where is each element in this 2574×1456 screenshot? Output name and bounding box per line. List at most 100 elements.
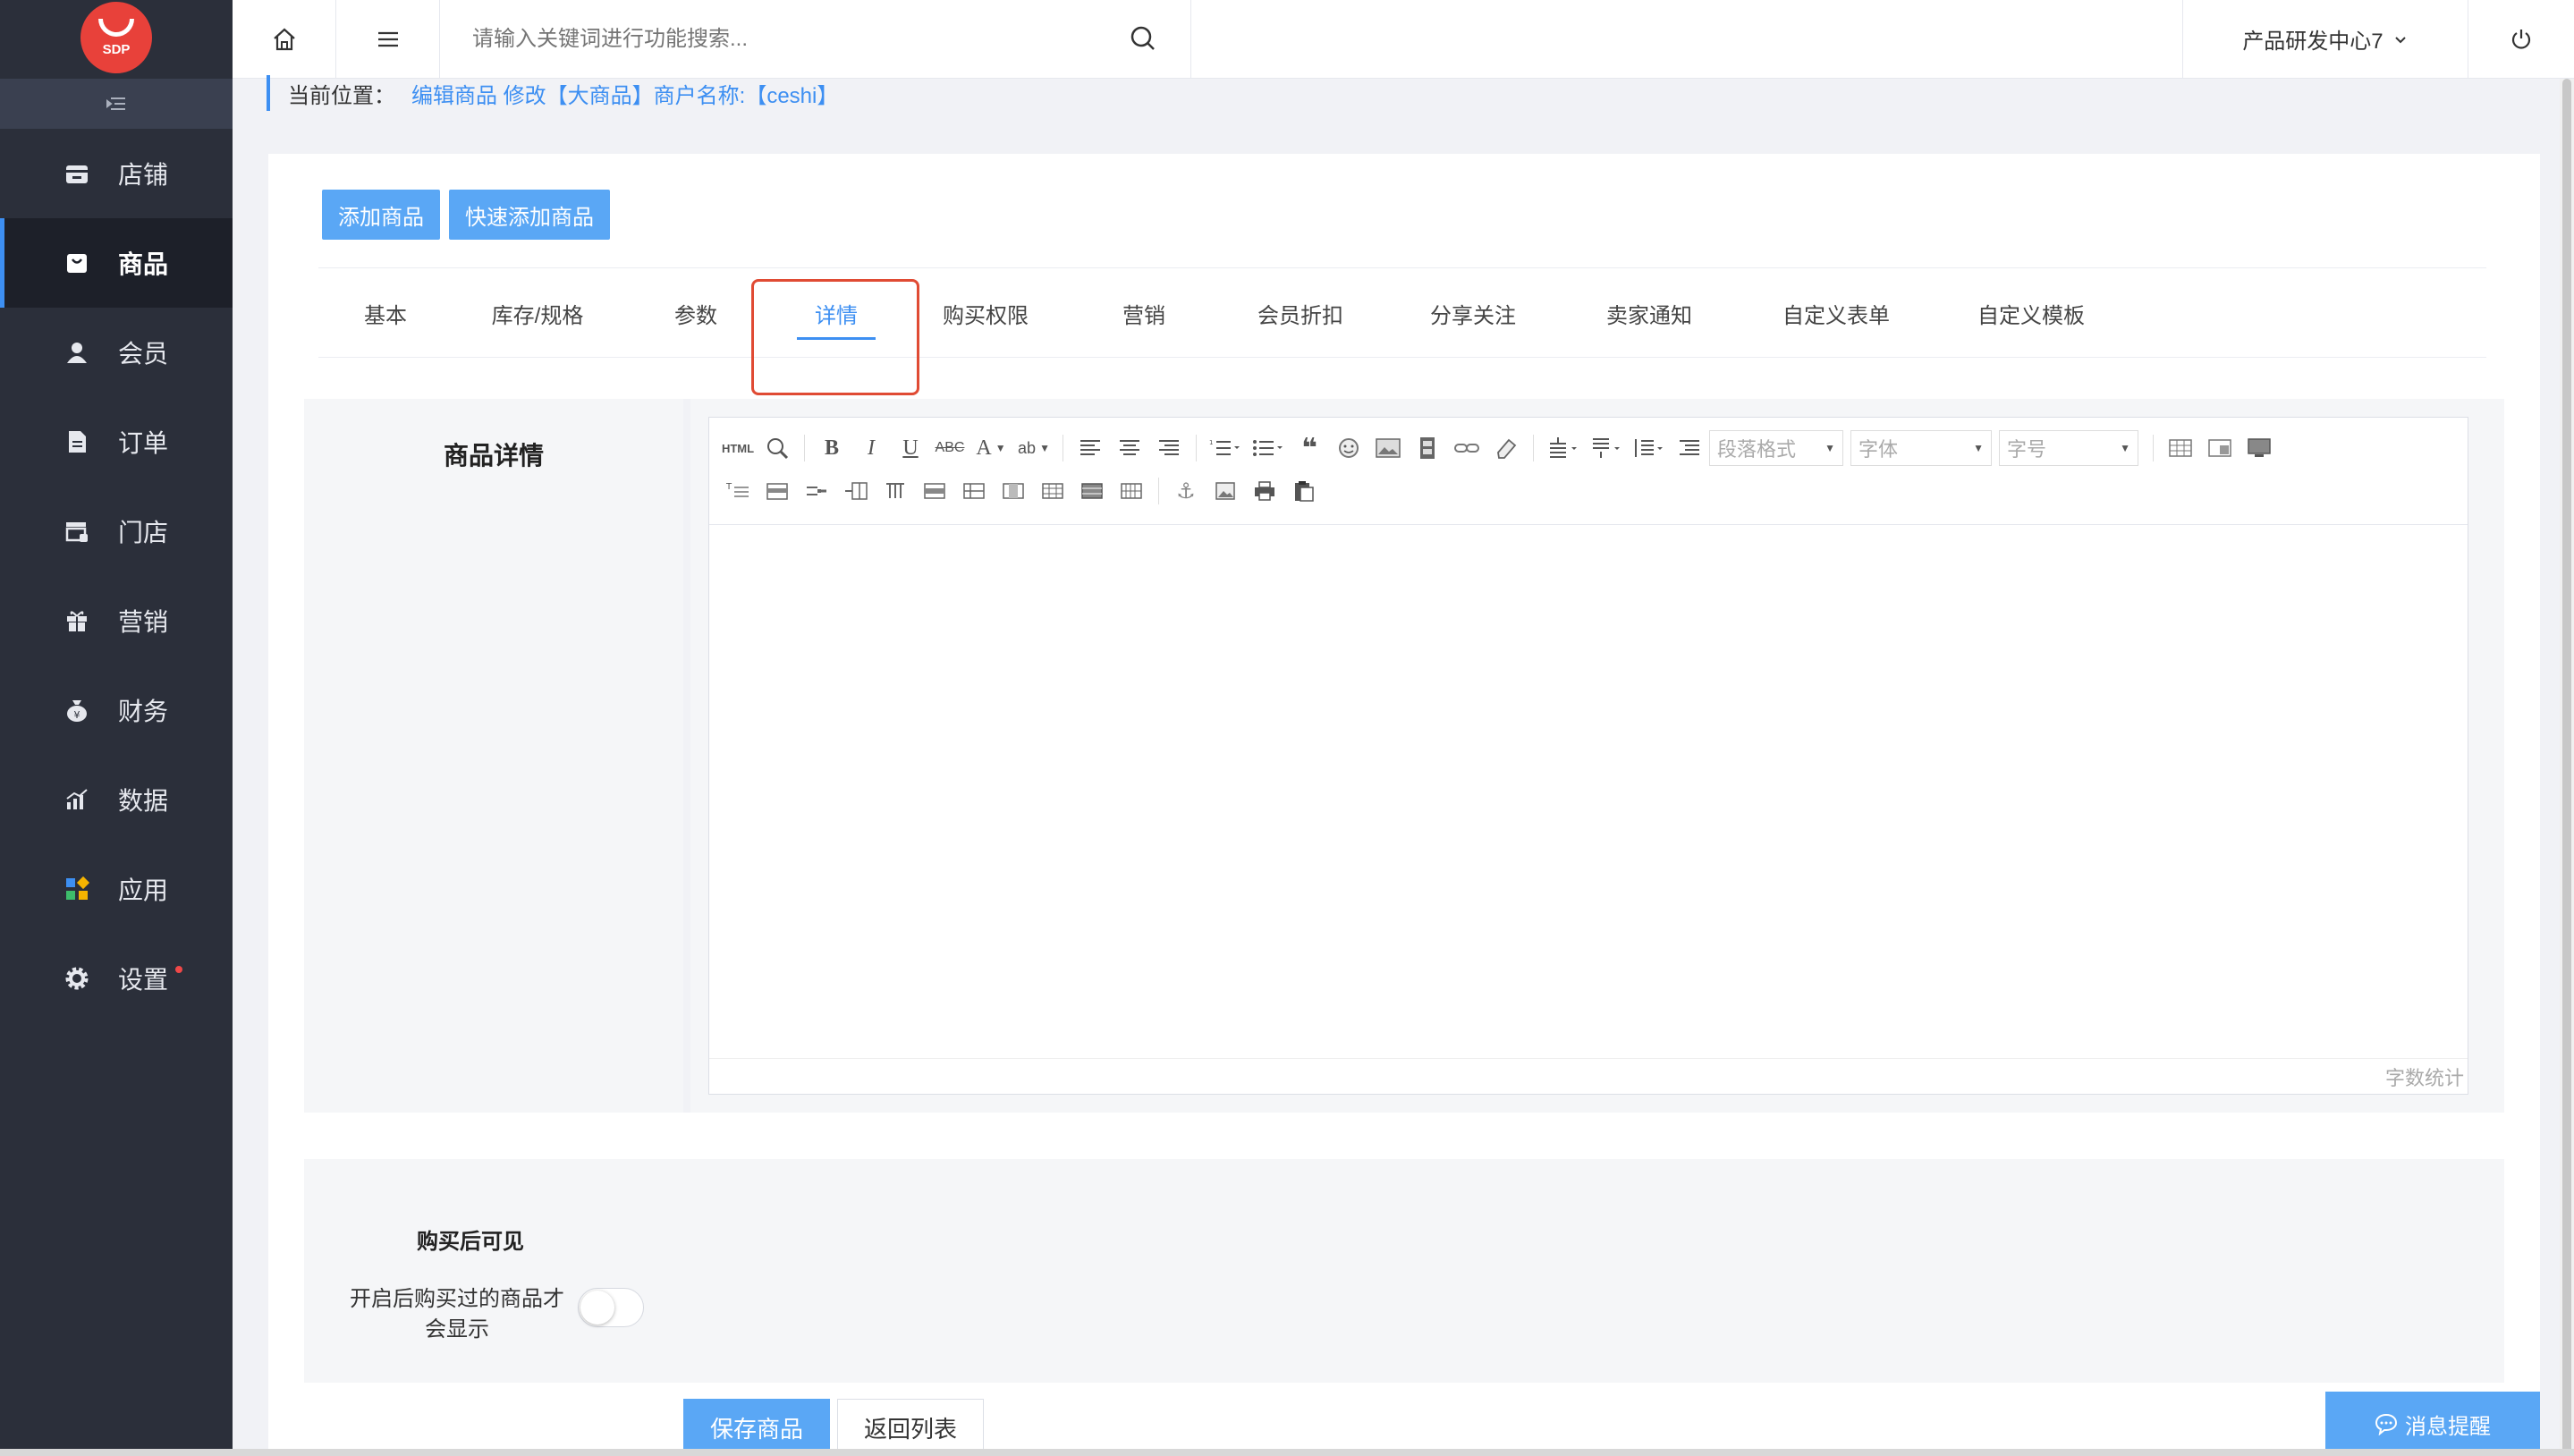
search-icon[interactable] (1128, 23, 1158, 54)
merge-down-icon[interactable] (994, 473, 1033, 509)
fullscreen-icon[interactable] (2240, 430, 2279, 466)
active-tab-highlight (751, 279, 919, 395)
tab-seller-notice[interactable]: 卖家通知 (1565, 268, 1733, 358)
insert-table-icon[interactable] (2161, 430, 2200, 466)
back-to-list-button[interactable]: 返回列表 (837, 1399, 984, 1456)
sidebar-item-marketing[interactable]: 营销 (0, 576, 233, 665)
search-input[interactable] (472, 26, 1134, 52)
page-scrollbar[interactable] (2560, 79, 2574, 1456)
split-cells-icon[interactable] (876, 473, 915, 509)
sidebar-item-label: 商品 (118, 250, 169, 278)
paragraph-spacing-bottom-icon[interactable] (1584, 430, 1627, 466)
font-color-icon[interactable]: A ▼ (969, 430, 1012, 466)
text-direction-icon[interactable]: T (718, 473, 758, 509)
merge-cells-icon[interactable] (915, 473, 954, 509)
sidebar-item-label: 订单 (118, 429, 169, 457)
sidebar-item-orders[interactable]: 订单 (0, 397, 233, 487)
paragraph-format-select[interactable]: 段落格式 ▼ (1709, 430, 1843, 466)
tab-custom-form[interactable]: 自定义表单 (1733, 268, 1939, 358)
blockquote-icon[interactable]: ❝ (1290, 430, 1329, 466)
tab-bar: 基本 库存/规格 参数 详情 购买权限 营销 会员折扣 分享关注 卖家通知 自定… (318, 268, 2486, 358)
toolbar-separator (1196, 435, 1197, 461)
align-center-icon[interactable] (1110, 430, 1149, 466)
anchor-icon[interactable]: ⚓ (1166, 473, 1206, 509)
sidebar: SDP 店铺 商品 会员 订单 门店 营销 ¥ 财务 数据 应用 设置 (0, 0, 233, 1456)
tab-share-follow[interactable]: 分享关注 (1381, 268, 1565, 358)
sidebar-item-data[interactable]: 数据 (0, 755, 233, 844)
insert-row-below-icon[interactable] (797, 473, 836, 509)
apps-icon (63, 875, 91, 903)
tab-custom-template[interactable]: 自定义模板 (1939, 268, 2123, 358)
org-selector[interactable]: 产品研发中心7 (2182, 0, 2468, 79)
editor-container: HTML B I U ABC A ▼ ab ▼ 1 ❝ 段落格式 ▼ 字体 ▼ … (690, 399, 2504, 1113)
svg-text:1: 1 (1209, 439, 1213, 446)
video-icon[interactable] (1408, 430, 1447, 466)
emoji-icon[interactable] (1329, 430, 1368, 466)
sidebar-item-settings[interactable]: 设置 (0, 934, 233, 1023)
print-icon[interactable] (1245, 473, 1284, 509)
insert-column-icon[interactable] (836, 473, 876, 509)
delete-table-icon[interactable] (1112, 473, 1151, 509)
strikethrough-icon[interactable]: ABC (930, 430, 969, 466)
align-right-icon[interactable] (1149, 430, 1189, 466)
sidebar-item-label: 营销 (118, 608, 169, 636)
logout-button[interactable] (2468, 0, 2574, 79)
paste-plain-icon[interactable] (1284, 473, 1324, 509)
underline-icon[interactable]: U (891, 430, 930, 466)
split-to-rows-icon[interactable] (1033, 473, 1072, 509)
svg-text:T: T (725, 482, 732, 492)
link-icon[interactable] (1447, 430, 1486, 466)
sidebar-item-stores[interactable]: 门店 (0, 487, 233, 576)
home-button[interactable] (233, 0, 336, 79)
messages-button[interactable]: 消息提醒 (2325, 1392, 2540, 1456)
gear-icon (63, 964, 91, 993)
sidebar-item-members[interactable]: 会员 (0, 308, 233, 397)
split-to-cols-icon[interactable] (1072, 473, 1112, 509)
image-icon[interactable] (1368, 430, 1408, 466)
insert-row-above-icon[interactable] (758, 473, 797, 509)
preview-icon[interactable] (758, 430, 797, 466)
template-icon[interactable] (2200, 430, 2240, 466)
quick-add-product-button[interactable]: 快速添加商品 (449, 190, 610, 240)
background-image-icon[interactable] (1206, 473, 1245, 509)
editor-content-area[interactable] (709, 525, 2468, 1058)
save-product-button[interactable]: 保存商品 (683, 1399, 830, 1456)
tab-stock-spec[interactable]: 库存/规格 (453, 268, 622, 358)
unordered-list-icon[interactable] (1247, 430, 1290, 466)
scrollbar-thumb[interactable] (2562, 79, 2571, 1456)
logo[interactable]: SDP (80, 2, 152, 73)
breadcrumb-path[interactable]: 编辑商品 修改【大商品】商户名称:【ceshi】 (411, 78, 838, 109)
paragraph-format-value: 段落格式 (1717, 438, 1797, 461)
menu-button[interactable] (336, 0, 440, 79)
sidebar-item-store[interactable]: 店铺 (0, 129, 233, 218)
font-size-select[interactable]: 字号 ▼ (1999, 430, 2138, 466)
html-source-icon[interactable]: HTML (718, 430, 758, 466)
chevron-down-icon (2394, 36, 2406, 43)
align-left-icon[interactable] (1071, 430, 1110, 466)
org-name: 产品研发中心7 (2242, 30, 2383, 54)
merge-right-icon[interactable] (954, 473, 994, 509)
sidebar-item-finance[interactable]: ¥ 财务 (0, 665, 233, 755)
sidebar-item-products[interactable]: 商品 (0, 218, 233, 308)
line-height-icon[interactable] (1627, 430, 1670, 466)
sidebar-item-apps[interactable]: 应用 (0, 844, 233, 934)
visibility-toggle[interactable] (578, 1288, 644, 1327)
italic-icon[interactable]: I (851, 430, 891, 466)
indent-icon[interactable] (1670, 430, 1709, 466)
ordered-list-icon[interactable]: 1 (1204, 430, 1247, 466)
eraser-icon[interactable] (1486, 430, 1526, 466)
tab-params[interactable]: 参数 (622, 268, 769, 358)
bold-icon[interactable]: B (812, 430, 851, 466)
tab-basic[interactable]: 基本 (318, 268, 453, 358)
font-family-select[interactable]: 字体 ▼ (1850, 430, 1992, 466)
bar-chart-icon (63, 785, 91, 814)
sidebar-item-label: 门店 (118, 519, 169, 546)
tab-marketing[interactable]: 营销 (1068, 268, 1220, 358)
tab-member-discount[interactable]: 会员折扣 (1220, 268, 1381, 358)
highlight-color-icon[interactable]: ab ▼ (1012, 430, 1055, 466)
add-product-button[interactable]: 添加商品 (322, 190, 440, 240)
collapse-sidebar-button[interactable] (0, 79, 233, 129)
tab-purchase-permission[interactable]: 购买权限 (903, 268, 1068, 358)
paragraph-spacing-top-icon[interactable] (1541, 430, 1584, 466)
search-bar (440, 0, 1191, 79)
